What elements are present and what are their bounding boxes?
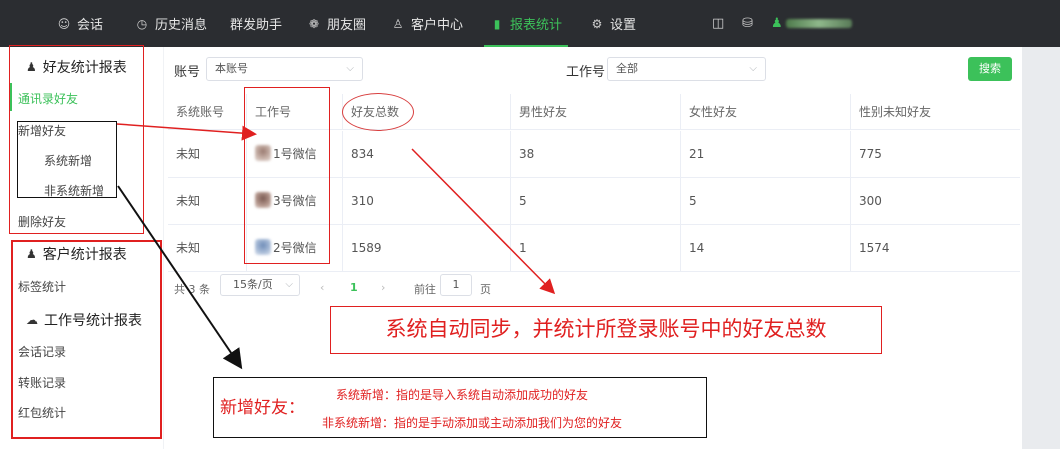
gear-icon: ⚙ [591,16,603,31]
nav-item-label: 报表统计 [510,18,563,33]
table-cell: 834 [342,131,510,178]
annotation-new-friends-explanation: 新增好友： 系统新增：指的是导入系统自动添加成功的好友 非系统新增：指的是手动添… [213,377,707,438]
column-header[interactable]: 性别未知好友 [850,94,1020,130]
nav-item-label: 群发助手 [230,18,283,33]
annotation-system-new: 系统新增：指的是导入系统自动添加成功的好友 [336,388,589,402]
work-account-select-value: 全部 [616,62,638,75]
nav-item-chat[interactable]: ☺ 会话 [57,0,103,47]
column-header[interactable]: 系统账号 [168,94,246,130]
table-cell: 310 [342,178,510,225]
prev-page-button[interactable]: ‹ [320,281,324,294]
annotation-title: 新增好友： [220,398,305,418]
work-account-label: 工作号 [566,65,606,80]
goto-label: 前往 [414,283,436,296]
column-header[interactable]: 女性好友 [680,94,850,130]
table-cell: 300 [850,178,1020,225]
annotation-friend-total-note: 系统自动同步，并统计所登录账号中的好友总数 [330,306,882,354]
chevron-down-icon: ⌵ [749,63,757,74]
pagination-total: 共 3 条 [174,283,210,296]
page-size-select[interactable]: 15条/页 ⌵ [220,274,300,296]
nav-item-reports[interactable]: ▮ 报表统计 [483,0,569,47]
next-page-button[interactable]: › [381,281,385,294]
search-button[interactable]: 搜索 [968,57,1012,81]
chevron-down-icon: ⌵ [346,63,354,74]
nav-item-moments[interactable]: ❁ 朋友圈 [307,0,366,47]
page-number-current[interactable]: 1 [350,281,358,294]
table-cell: 1 [510,225,680,272]
chat-icon: ☺ [57,16,71,31]
goto-page-input[interactable]: 1 [440,274,472,296]
account-select[interactable]: 本账号 ⌵ [206,57,363,81]
nav-item-label: 朋友圈 [327,18,367,33]
scroll-gutter [1022,47,1060,449]
account-label: 账号 [174,65,201,80]
goto-suffix: 页 [480,283,491,296]
highlight-box-work-account-column [244,87,330,264]
nav-item-customer-center[interactable]: ♙ 客户中心 [391,0,463,47]
table-cell: 未知 [176,241,201,255]
account-select-value: 本账号 [215,62,248,75]
nav-item-label: 会话 [77,18,104,33]
highlight-ellipse-friend-total [342,93,414,131]
database-icon[interactable]: ⛁ [742,16,753,31]
table-cell: 775 [850,131,1020,178]
clock-icon: ◷ [136,16,148,31]
user-icon: ♙ [392,16,404,31]
window-icon[interactable]: ◫ [712,16,724,31]
work-account-select[interactable]: 全部 ⌵ [607,57,766,81]
chevron-down-icon: ⌵ [285,279,293,290]
bar-chart-icon: ▮ [493,16,501,31]
nav-item-label: 历史消息 [155,18,208,33]
table-cell: 21 [680,131,850,178]
nav-item-broadcast[interactable]: 群发助手 [230,0,282,47]
nav-item-history[interactable]: ◷ 历史消息 [135,0,207,47]
table-cell: 14 [680,225,850,272]
nav-item-settings[interactable]: ⚙ 设置 [590,0,636,47]
annotation-non-system-new: 非系统新增：指的是手动添加或主动添加我们为您的好友 [322,416,623,430]
table-cell: 未知 [176,147,201,161]
top-navigation-bar: ☺ 会话 ◷ 历史消息 群发助手 ❁ 朋友圈 ♙ 客户中心 ▮ 报表统计 ⚙ 设… [0,0,1060,47]
highlight-box-other-reports [11,240,162,439]
moments-icon: ❁ [308,16,320,31]
user-name-blurred [786,19,852,28]
table-cell: 5 [510,178,680,225]
nav-item-label: 客户中心 [411,18,464,33]
page-size-value: 15条/页 [233,278,273,291]
nav-item-label: 设置 [610,18,637,33]
highlight-box-new-friends [17,121,117,198]
person-icon[interactable]: ♟ [771,16,783,31]
table-cell: 1589 [342,225,510,272]
table-cell: 38 [510,131,680,178]
table-cell: 5 [680,178,850,225]
table-cell: 未知 [176,194,201,208]
table-cell: 1574 [850,225,1020,272]
column-header[interactable]: 男性好友 [510,94,680,130]
